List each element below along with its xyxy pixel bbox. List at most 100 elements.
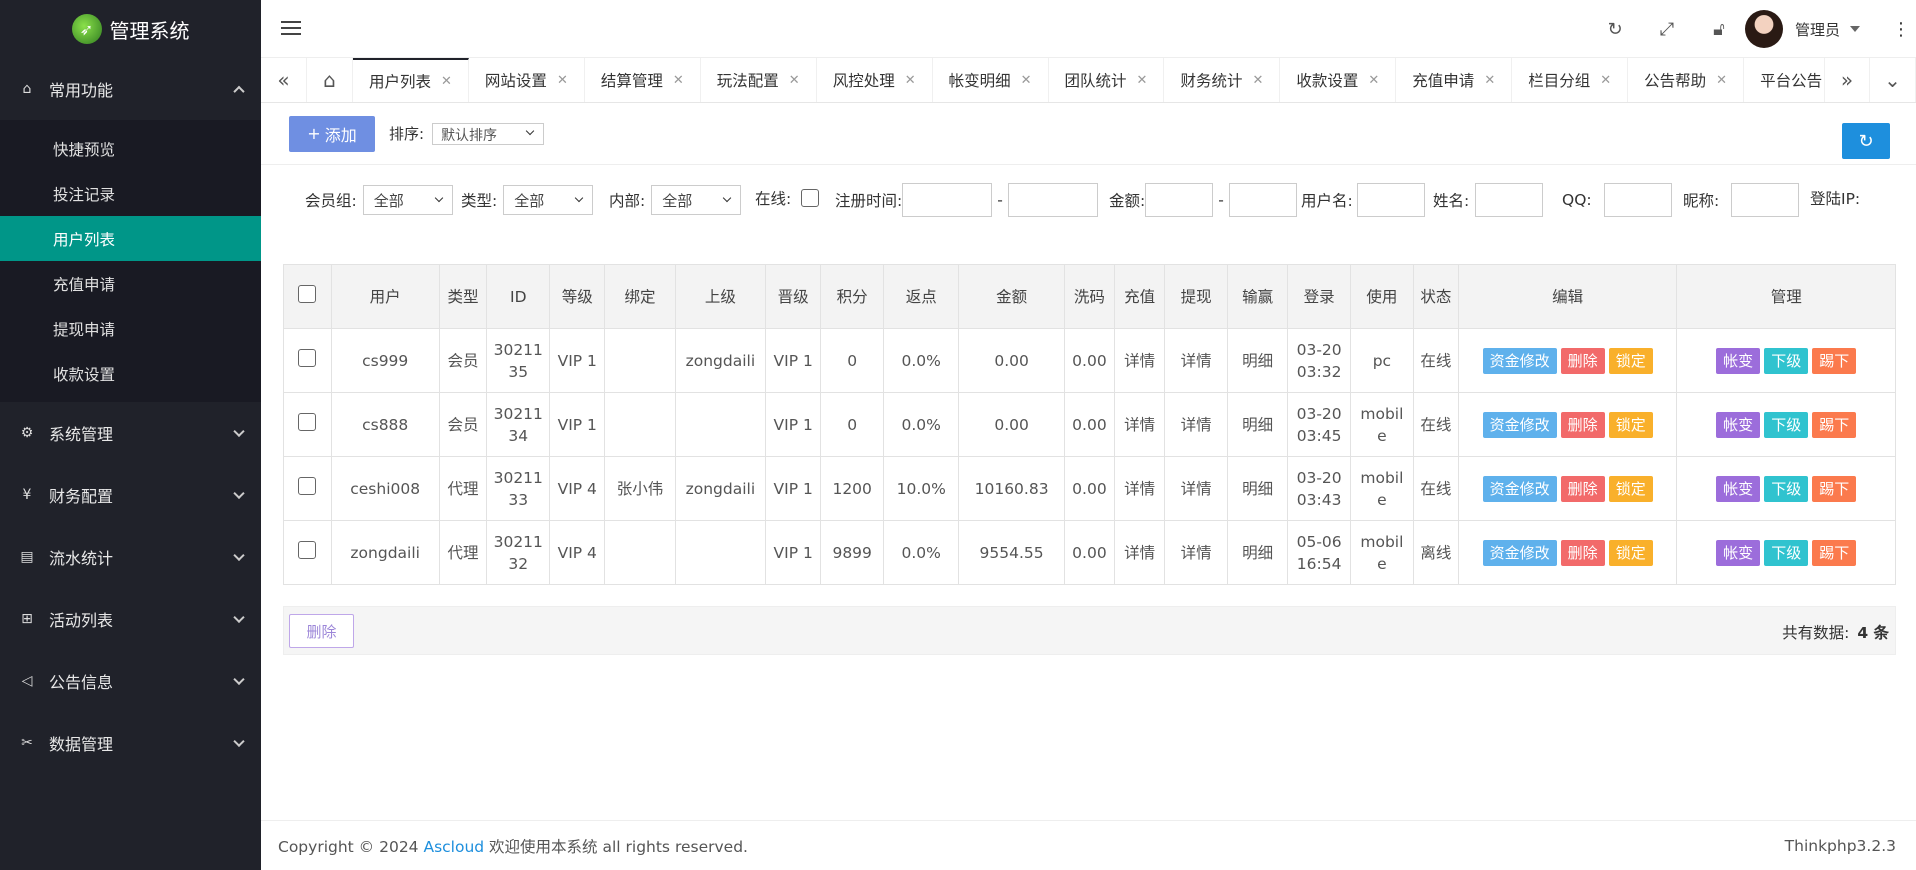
refresh-button[interactable]: ↻ bbox=[1842, 123, 1890, 159]
more-vertical-icon[interactable]: ⋮ bbox=[1886, 19, 1916, 40]
avatar[interactable] bbox=[1744, 10, 1783, 48]
add-button[interactable]: + 添加 bbox=[289, 115, 375, 152]
tab[interactable]: 公告帮助 ✕ bbox=[1628, 58, 1745, 102]
kick-button[interactable]: 踢下 bbox=[1812, 539, 1857, 566]
recharge-link[interactable]: 详情 bbox=[1114, 520, 1166, 585]
username-input[interactable] bbox=[1356, 183, 1425, 217]
sidebar-item[interactable]: 投注记录 bbox=[0, 171, 261, 216]
kick-button[interactable]: 踢下 bbox=[1812, 475, 1857, 502]
close-icon[interactable]: ✕ bbox=[905, 73, 916, 88]
delete-button[interactable]: 删除 bbox=[1560, 539, 1605, 566]
user-name[interactable]: 管理员 bbox=[1795, 19, 1840, 40]
recharge-link[interactable]: 详情 bbox=[1114, 328, 1166, 393]
menu-toggle-icon[interactable] bbox=[281, 17, 301, 39]
tab[interactable]: 风控处理 ✕ bbox=[817, 58, 933, 102]
nav-group-1[interactable]: ⚙ 系统管理 bbox=[0, 402, 261, 464]
brand-link[interactable]: Ascloud bbox=[423, 838, 484, 856]
subordinates-button[interactable]: 下级 bbox=[1764, 411, 1809, 438]
tab[interactable]: 帐变明细 ✕ bbox=[933, 58, 1049, 102]
sidebar-item[interactable]: 充值申请 bbox=[0, 261, 261, 306]
lock-button[interactable]: 锁定 bbox=[1608, 347, 1653, 374]
tab[interactable]: 玩法配置 ✕ bbox=[701, 58, 817, 102]
close-icon[interactable]: ✕ bbox=[1021, 73, 1032, 88]
nav-group-0[interactable]: ⌂ 常用功能 bbox=[0, 58, 261, 120]
tab[interactable]: 栏目分组 ✕ bbox=[1512, 58, 1629, 102]
withdraw-link[interactable]: 详情 bbox=[1164, 520, 1228, 585]
tabs-scroll-left-icon[interactable]: « bbox=[261, 58, 307, 102]
recharge-link[interactable]: 详情 bbox=[1114, 392, 1166, 457]
tab[interactable]: 结算管理 ✕ bbox=[585, 58, 701, 102]
delete-button[interactable]: 删除 bbox=[1560, 475, 1605, 502]
tabs-menu-chevron-icon[interactable]: ⌄ bbox=[1870, 58, 1916, 102]
tab[interactable]: 财务统计 ✕ bbox=[1164, 58, 1281, 102]
kick-button[interactable]: 踢下 bbox=[1812, 411, 1857, 438]
tab[interactable]: 平台公告 bbox=[1744, 58, 1824, 102]
row-checkbox[interactable] bbox=[298, 412, 317, 431]
sidebar-item[interactable]: 快捷预览 bbox=[0, 126, 261, 171]
type-select[interactable]: 全部 bbox=[503, 185, 594, 215]
winloss-link[interactable]: 明细 bbox=[1226, 328, 1289, 393]
withdraw-link[interactable]: 详情 bbox=[1164, 328, 1228, 393]
row-checkbox[interactable] bbox=[298, 476, 317, 495]
tabs-scroll-right-icon[interactable]: » bbox=[1824, 58, 1870, 102]
lock-button[interactable]: 锁定 bbox=[1608, 539, 1653, 566]
account-change-button[interactable]: 帐变 bbox=[1716, 347, 1761, 374]
amount-min-input[interactable] bbox=[1145, 183, 1214, 217]
tab[interactable]: 收款设置 ✕ bbox=[1280, 58, 1397, 102]
logo[interactable]: ➶ 管理系统 bbox=[0, 0, 261, 58]
reg-time-start-input[interactable] bbox=[902, 183, 993, 217]
recharge-link[interactable]: 详情 bbox=[1114, 456, 1166, 521]
home-tab-icon[interactable]: ⌂ bbox=[307, 58, 353, 102]
nav-group-4[interactable]: ⊞ 活动列表 bbox=[0, 588, 261, 650]
withdraw-link[interactable]: 详情 bbox=[1164, 456, 1228, 521]
lock-icon[interactable]: 🔓︎ bbox=[1693, 19, 1745, 40]
reg-time-end-input[interactable] bbox=[1007, 183, 1098, 217]
internal-select[interactable]: 全部 bbox=[651, 185, 742, 215]
account-change-button[interactable]: 帐变 bbox=[1716, 539, 1761, 566]
close-icon[interactable]: ✕ bbox=[1600, 73, 1611, 88]
account-change-button[interactable]: 帐变 bbox=[1716, 475, 1761, 502]
subordinates-button[interactable]: 下级 bbox=[1764, 475, 1809, 502]
fund-edit-button[interactable]: 资金修改 bbox=[1482, 475, 1557, 502]
lock-button[interactable]: 锁定 bbox=[1608, 411, 1653, 438]
close-icon[interactable]: ✕ bbox=[441, 74, 452, 89]
close-icon[interactable]: ✕ bbox=[789, 73, 800, 88]
close-icon[interactable]: ✕ bbox=[1252, 73, 1263, 88]
fullscreen-icon[interactable]: ⤢ bbox=[1641, 19, 1693, 40]
amount-max-input[interactable] bbox=[1228, 183, 1297, 217]
winloss-link[interactable]: 明细 bbox=[1226, 456, 1289, 521]
subordinates-button[interactable]: 下级 bbox=[1764, 347, 1809, 374]
nickname-input[interactable] bbox=[1731, 183, 1800, 217]
nav-group-2[interactable]: ¥ 财务配置 bbox=[0, 464, 261, 526]
qq-input[interactable] bbox=[1603, 183, 1672, 217]
nav-group-5[interactable]: ◁ 公告信息 bbox=[0, 650, 261, 712]
sort-select[interactable]: 默认排序 bbox=[432, 122, 545, 145]
nav-group-3[interactable]: ▤ 流水统计 bbox=[0, 526, 261, 588]
kick-button[interactable]: 踢下 bbox=[1812, 347, 1857, 374]
row-checkbox[interactable] bbox=[298, 540, 317, 559]
close-icon[interactable]: ✕ bbox=[1716, 73, 1727, 88]
winloss-link[interactable]: 明细 bbox=[1226, 520, 1289, 585]
tab[interactable]: 充值申请 ✕ bbox=[1396, 58, 1513, 102]
lock-button[interactable]: 锁定 bbox=[1608, 475, 1653, 502]
close-icon[interactable]: ✕ bbox=[673, 73, 684, 88]
caret-down-icon[interactable] bbox=[1850, 26, 1860, 32]
online-checkbox[interactable] bbox=[801, 189, 820, 207]
close-icon[interactable]: ✕ bbox=[557, 73, 568, 88]
winloss-link[interactable]: 明细 bbox=[1226, 392, 1289, 457]
batch-delete-button[interactable]: 删除 bbox=[289, 614, 354, 648]
withdraw-link[interactable]: 详情 bbox=[1164, 392, 1228, 457]
subordinates-button[interactable]: 下级 bbox=[1764, 539, 1809, 566]
sidebar-item[interactable]: 提现申请 bbox=[0, 306, 261, 351]
refresh-icon[interactable]: ↻ bbox=[1589, 19, 1641, 40]
member-group-select[interactable]: 全部 bbox=[362, 185, 453, 215]
account-change-button[interactable]: 帐变 bbox=[1716, 411, 1761, 438]
fund-edit-button[interactable]: 资金修改 bbox=[1482, 411, 1557, 438]
close-icon[interactable]: ✕ bbox=[1137, 73, 1148, 88]
delete-button[interactable]: 删除 bbox=[1560, 411, 1605, 438]
select-all-checkbox[interactable] bbox=[298, 284, 317, 303]
tab[interactable]: 用户列表 ✕ bbox=[353, 58, 469, 102]
delete-button[interactable]: 删除 bbox=[1560, 347, 1605, 374]
fund-edit-button[interactable]: 资金修改 bbox=[1482, 539, 1557, 566]
sidebar-item[interactable]: 收款设置 bbox=[0, 351, 261, 396]
